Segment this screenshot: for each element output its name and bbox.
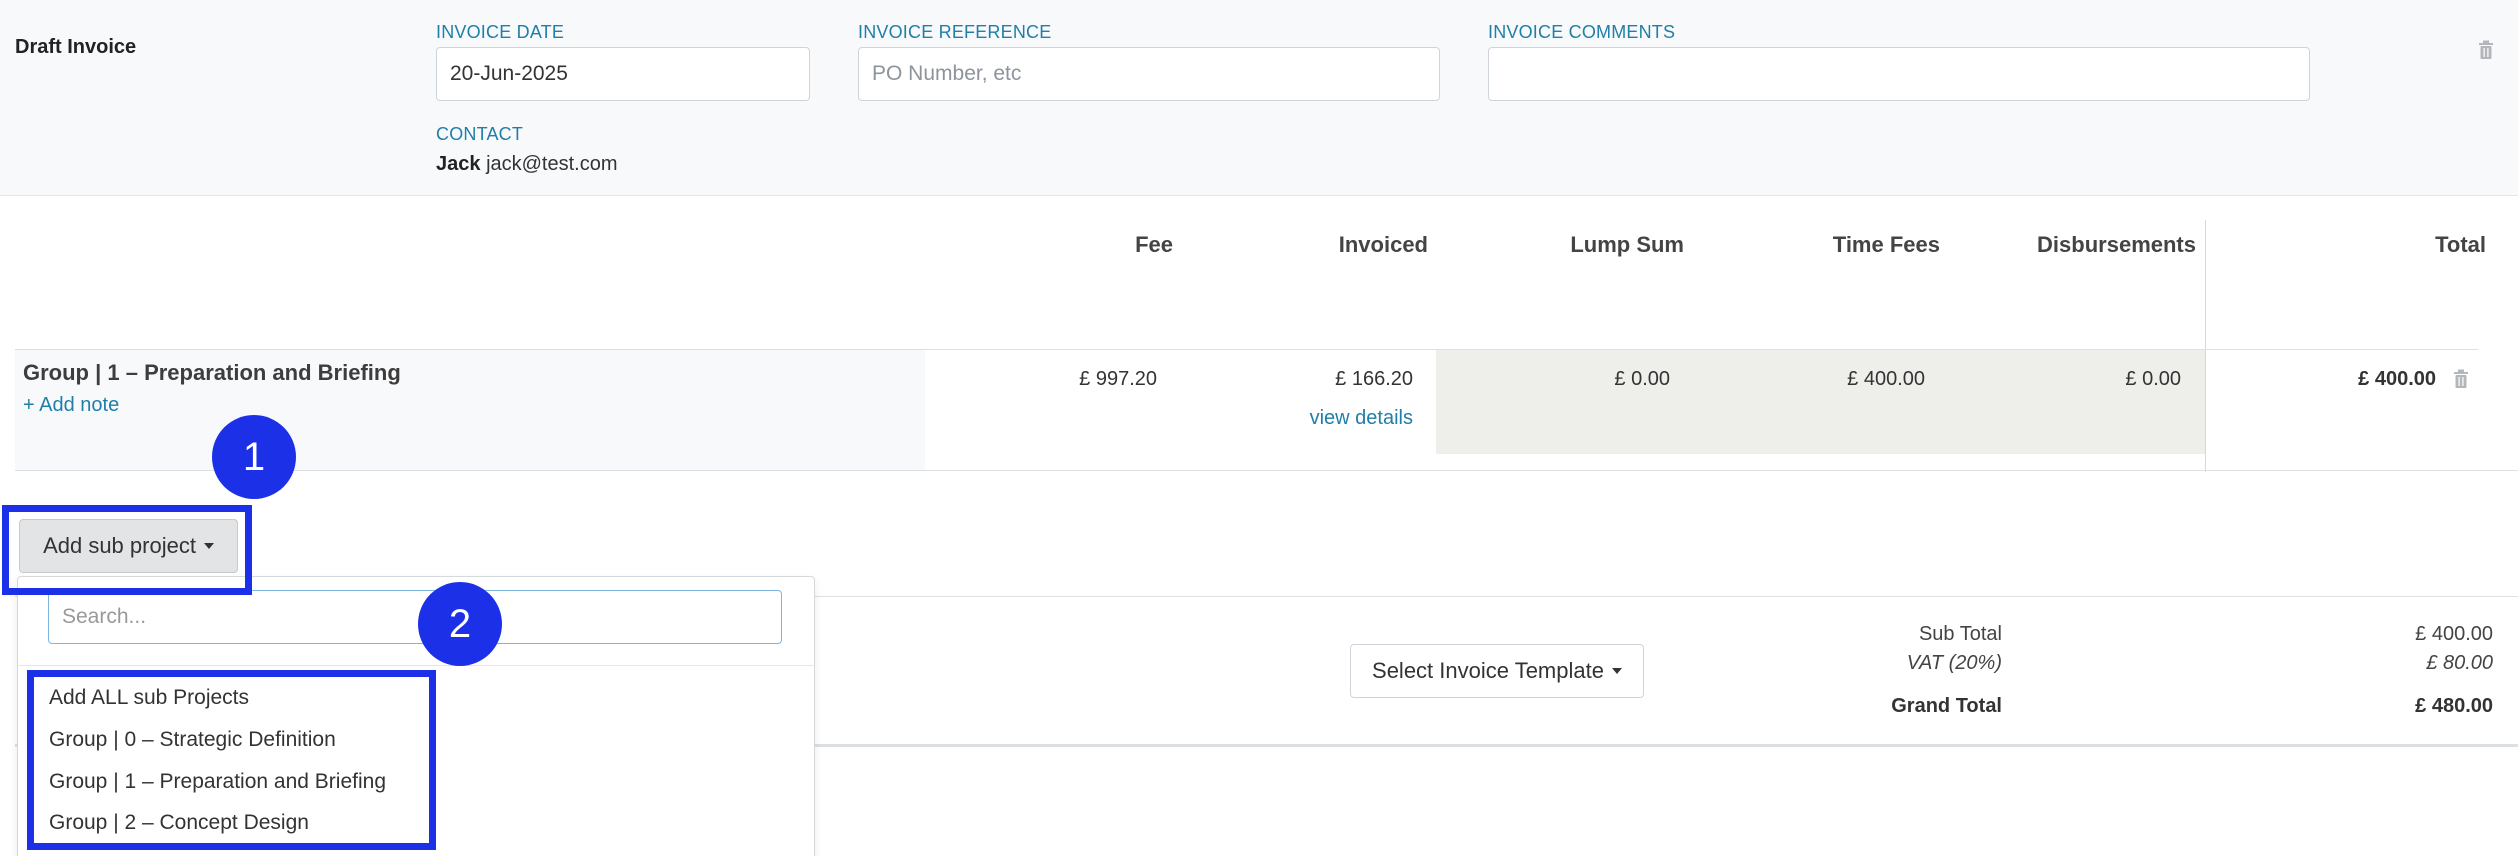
grand-total-value: £ 480.00 [2415,695,2493,717]
sub-project-search-input[interactable]: Search... [48,590,782,644]
trash-icon[interactable] [2478,40,2494,60]
cell-lump-sum: £ 0.00 [1614,368,1670,390]
annotation-badge-2: 2 [418,582,502,666]
caret-down-icon [1611,668,1622,674]
row-shaded-cells [1436,350,2205,454]
contact-email: jack@test.com [486,153,618,175]
contact-name: Jack [436,153,481,175]
invoice-comments-input[interactable] [1488,47,2310,101]
sub-total-label: Sub Total [1918,623,2002,645]
invoice-comments-label: INVOICE COMMENTS [1488,22,1676,42]
add-note-link[interactable]: + Add note [23,394,119,417]
vat-label: VAT (20%) [1906,652,2002,674]
cell-invoiced: £ 166.20 [1335,368,1413,390]
dropdown-divider [18,665,814,666]
cell-time-fees: £ 400.00 [1847,368,1925,390]
row-trash-icon[interactable] [2453,369,2469,389]
highlight-dropdown-items [27,670,436,850]
sub-total-value: £ 400.00 [2415,623,2493,645]
row-title: Group | 1 – Preparation and Briefing [23,360,401,385]
column-divider [2205,220,2206,472]
col-header-time-fees: Time Fees [1832,232,1940,257]
cell-disbursements: £ 0.00 [2125,368,2181,390]
contact-info: Jack jack@test.com [436,153,618,176]
annotation-badge-1: 1 [212,415,296,499]
invoice-date-input[interactable]: 20-Jun-2025 [436,47,810,101]
invoice-date-label: INVOICE DATE [436,22,565,42]
col-header-disbursements: Disbursements [2037,232,2196,257]
grand-total-label: Grand Total [1891,695,2002,717]
invoice-reference-label: INVOICE REFERENCE [858,22,1052,42]
contact-label: CONTACT [436,124,524,144]
invoice-reference-input[interactable]: PO Number, etc [858,47,1440,101]
cell-fee: £ 997.20 [1079,368,1157,390]
view-details-link[interactable]: view details [1260,407,1413,430]
row-divider [15,470,2518,471]
col-header-fee: Fee [1135,232,1173,257]
col-header-lump-sum: Lump Sum [1570,232,1684,257]
invoice-header: Draft Invoice INVOICE DATE 20-Jun-2025 I… [0,0,2518,196]
page-title: Draft Invoice [15,36,137,58]
col-header-total: Total [2435,232,2486,257]
select-invoice-template-button[interactable]: Select Invoice Template [1350,644,1644,698]
cell-total: £ 400.00 [2358,368,2436,390]
highlight-add-sub-project [2,505,252,595]
select-invoice-template-label: Select Invoice Template [1372,658,1604,683]
col-header-invoiced: Invoiced [1338,232,1428,257]
vat-value: £ 80.00 [2426,652,2493,674]
